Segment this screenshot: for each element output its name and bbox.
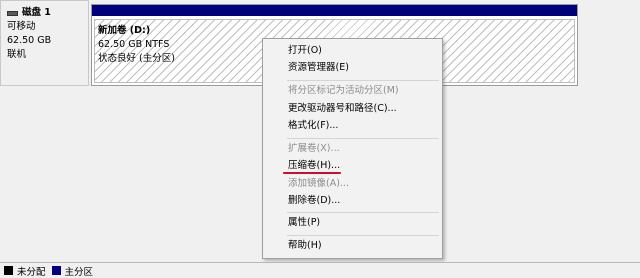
legend-primary: 主分区 <box>51 264 94 278</box>
primary-partition-swatch-icon <box>51 266 61 275</box>
menu-item-add-mirror[interactable]: 添加镜像(A)... <box>288 176 438 192</box>
disk-size: 62.50 GB <box>7 35 52 46</box>
legend-bar: 未分配 主分区 <box>0 262 640 278</box>
menu-item-explorer[interactable]: 资源管理器(E) <box>288 60 438 76</box>
menu-separator <box>287 138 439 139</box>
menu-item-help[interactable]: 帮助(H) <box>288 238 438 254</box>
disk-drive-icon <box>7 10 18 16</box>
menu-item-delete-volume[interactable]: 删除卷(D)... <box>288 193 438 209</box>
menu-item-open[interactable]: 打开(O) <box>288 43 438 59</box>
menu-item-change-drive-letter[interactable]: 更改驱动器号和路径(C)... <box>288 101 438 117</box>
primary-partition-bar <box>92 5 577 16</box>
legend-unallocated: 未分配 <box>4 264 46 278</box>
menu-item-properties[interactable]: 属性(P) <box>288 215 438 231</box>
shrink-volume-highlight-underline <box>283 172 341 174</box>
menu-separator <box>287 80 439 81</box>
legend-primary-label: 主分区 <box>64 266 94 278</box>
menu-item-mark-active[interactable]: 将分区标记为活动分区(M) <box>288 83 438 99</box>
disk-status: 联机 <box>7 49 27 60</box>
disk-info-panel[interactable]: 磁盘 1 可移动 62.50 GB 联机 <box>0 0 89 86</box>
unallocated-swatch-icon <box>4 266 13 275</box>
volume-name: 新加卷 (D:) <box>98 25 151 36</box>
disk-title-row: 磁盘 1 <box>7 6 88 20</box>
disk-title: 磁盘 1 <box>22 7 51 18</box>
menu-separator <box>287 235 439 236</box>
menu-separator <box>287 212 439 213</box>
menu-item-extend-volume[interactable]: 扩展卷(X)... <box>288 141 438 157</box>
disk-type: 可移动 <box>7 21 36 32</box>
context-menu: 打开(O) 资源管理器(E) 将分区标记为活动分区(M) 更改驱动器号和路径(C… <box>262 38 443 259</box>
menu-item-format[interactable]: 格式化(F)... <box>288 118 438 134</box>
legend-unallocated-label: 未分配 <box>17 266 46 278</box>
